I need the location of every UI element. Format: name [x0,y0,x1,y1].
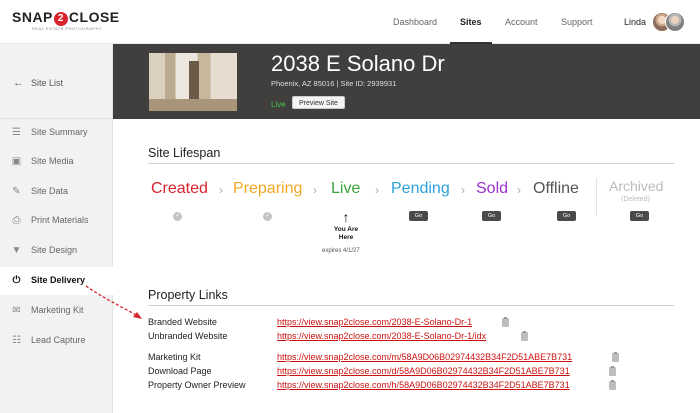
annotation-arrow-line [85,285,139,317]
annotation-arrow [85,285,142,319]
annotation-arrow-head [133,312,142,319]
